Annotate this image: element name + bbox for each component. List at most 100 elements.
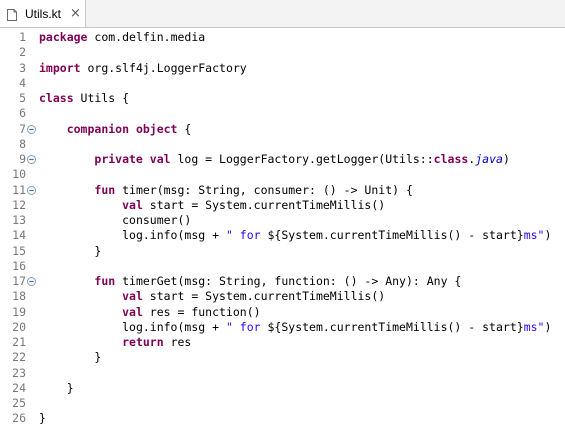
keyword-token: val bbox=[122, 289, 143, 304]
code-line[interactable]: 10 bbox=[0, 167, 565, 182]
code-text: } bbox=[39, 381, 74, 396]
line-number: 11 bbox=[12, 182, 26, 197]
line-number: 1 bbox=[19, 30, 26, 44]
line-number: 21 bbox=[12, 335, 26, 349]
string-token: " for bbox=[225, 319, 268, 334]
code-line[interactable]: 6 bbox=[0, 106, 565, 121]
line-number: 3 bbox=[19, 60, 26, 75]
code-token: res bbox=[163, 335, 192, 349]
line-number: 18 bbox=[12, 289, 26, 304]
fold-collapse-icon[interactable] bbox=[27, 277, 36, 286]
code-token: log = LoggerFactory.getLogger(Utils:: bbox=[170, 152, 434, 166]
code-text: val start = System.currentTimeMillis() bbox=[39, 198, 385, 213]
code-text: class Utils { bbox=[39, 91, 129, 106]
code-line[interactable]: 14 log.info(msg + " for ${System.current… bbox=[0, 228, 565, 243]
code-line[interactable]: 11 fun timer(msg: String, consumer: () -… bbox=[0, 183, 565, 198]
code-line[interactable]: 1 package com.delfin.media bbox=[0, 30, 565, 45]
keyword-token: val bbox=[122, 197, 143, 212]
string-token: ms" bbox=[523, 228, 545, 243]
file-icon bbox=[5, 7, 19, 21]
code-line[interactable]: 15 } bbox=[0, 244, 565, 259]
code-line[interactable]: 4 bbox=[0, 76, 565, 91]
line-number: 9 bbox=[19, 152, 26, 166]
editor-tab-bar: Utils.kt × bbox=[0, 0, 565, 28]
code-token: ) bbox=[544, 228, 552, 243]
code-line[interactable]: 26} bbox=[0, 411, 565, 426]
code-line[interactable]: 24 } bbox=[0, 381, 565, 396]
code-line[interactable]: 12 val start = System.currentTimeMillis(… bbox=[0, 198, 565, 213]
code-text: } bbox=[39, 350, 101, 365]
line-number: 2 bbox=[19, 45, 26, 60]
line-number: 22 bbox=[12, 350, 26, 365]
keyword-token: val bbox=[122, 304, 143, 319]
code-token: timer(msg: String, consumer: () -> Unit)… bbox=[115, 182, 413, 197]
code-token: com.delfin.media bbox=[94, 30, 206, 44]
code-text: } bbox=[39, 411, 46, 426]
code-line[interactable]: 20 log.info(msg + " for ${System.current… bbox=[0, 320, 565, 335]
code-token: org.slf4j.LoggerFactory bbox=[87, 60, 247, 75]
code-editor[interactable]: 1 package com.delfin.media 2 3 import org.sl… bbox=[0, 28, 565, 427]
code-token: ${System.currentTimeMillis() - start} bbox=[267, 228, 524, 243]
code-text: fun timerGet(msg: String, function: () -… bbox=[39, 274, 461, 289]
tab-label: Utils.kt bbox=[25, 6, 61, 21]
code-token: } bbox=[94, 243, 102, 258]
keyword-token: private val bbox=[94, 152, 171, 166]
line-number: 23 bbox=[12, 365, 26, 380]
code-text: private val log = LoggerFactory.getLogge… bbox=[39, 152, 510, 167]
code-token: log.info(msg + bbox=[122, 228, 226, 243]
keyword-token: fun bbox=[94, 274, 116, 288]
keyword-token: return bbox=[122, 335, 164, 349]
fold-collapse-icon[interactable] bbox=[27, 155, 36, 164]
keyword-token: import bbox=[39, 60, 81, 75]
code-text: import org.slf4j.LoggerFactory bbox=[39, 61, 247, 76]
code-text: package com.delfin.media bbox=[39, 30, 205, 45]
code-text: fun timer(msg: String, consumer: () -> U… bbox=[39, 183, 413, 198]
editor-tab-utils-kt[interactable]: Utils.kt × bbox=[0, 0, 86, 27]
line-number: 19 bbox=[12, 304, 26, 319]
code-token: ${System.currentTimeMillis() - start} bbox=[267, 319, 524, 334]
field-token: java bbox=[475, 152, 503, 166]
line-number: 10 bbox=[12, 167, 26, 182]
code-text: log.info(msg + " for ${System.currentTim… bbox=[39, 228, 551, 243]
line-number: 26 bbox=[12, 411, 26, 426]
code-line[interactable]: 16 bbox=[0, 259, 565, 274]
code-line[interactable]: 8 bbox=[0, 137, 565, 152]
code-line[interactable]: 3 import org.slf4j.LoggerFactory bbox=[0, 61, 565, 76]
code-line[interactable]: 18 val start = System.currentTimeMillis(… bbox=[0, 289, 565, 304]
fold-collapse-icon[interactable] bbox=[27, 185, 36, 195]
line-number: 4 bbox=[19, 75, 26, 90]
code-line[interactable]: 9 private val log = LoggerFactory.getLog… bbox=[0, 152, 565, 167]
code-line[interactable]: 5 class Utils { bbox=[0, 91, 565, 106]
fold-collapse-icon[interactable] bbox=[27, 124, 36, 134]
code-line[interactable]: 25 bbox=[0, 396, 565, 411]
code-line[interactable]: 7 companion object { bbox=[0, 122, 565, 137]
code-line[interactable]: 2 bbox=[0, 45, 565, 60]
line-number: 20 bbox=[12, 319, 26, 334]
code-text: return res bbox=[39, 335, 191, 350]
code-text: consumer() bbox=[39, 213, 191, 228]
code-token: { bbox=[177, 121, 192, 136]
close-icon[interactable]: × bbox=[70, 7, 81, 20]
code-line[interactable]: 17 fun timerGet(msg: String, function: (… bbox=[0, 274, 565, 289]
code-line[interactable]: 13 consumer() bbox=[0, 213, 565, 228]
keyword-token: class bbox=[433, 152, 469, 166]
code-line[interactable]: 19 val res = function() bbox=[0, 305, 565, 320]
line-number: 15 bbox=[12, 243, 26, 258]
code-text: companion object { bbox=[39, 121, 192, 137]
code-token: start = System.currentTimeMillis() bbox=[142, 289, 386, 304]
code-token: consumer() bbox=[122, 213, 192, 227]
code-token: res = function() bbox=[142, 304, 261, 319]
code-line[interactable]: 23 bbox=[0, 366, 565, 381]
code-token: Utils { bbox=[73, 91, 130, 105]
line-number: 6 bbox=[19, 106, 26, 121]
code-line[interactable]: 22 } bbox=[0, 350, 565, 365]
code-text: val start = System.currentTimeMillis() bbox=[39, 289, 385, 304]
code-token: } bbox=[66, 380, 74, 395]
code-line[interactable]: 21 return res bbox=[0, 335, 565, 350]
code-token: } bbox=[94, 350, 102, 365]
code-text: log.info(msg + " for ${System.currentTim… bbox=[39, 320, 551, 335]
code-token: log.info(msg + bbox=[122, 319, 226, 334]
line-number: 17 bbox=[12, 274, 26, 288]
code-token: ) bbox=[502, 152, 510, 166]
string-token: " for bbox=[225, 228, 268, 243]
